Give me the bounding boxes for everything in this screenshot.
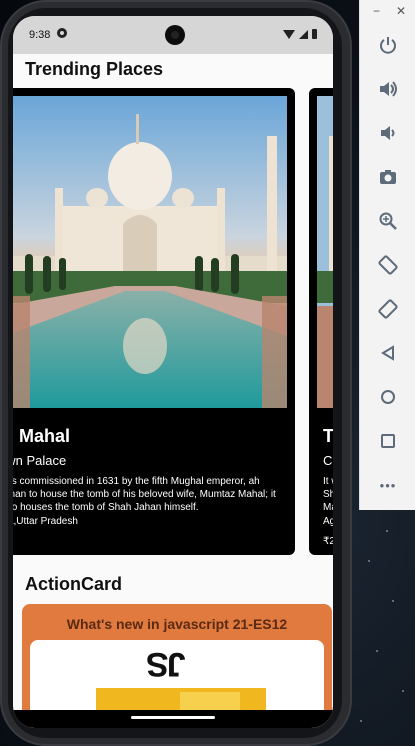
home-icon[interactable] (360, 380, 415, 414)
place-image (317, 96, 333, 408)
overview-icon[interactable] (360, 424, 415, 458)
status-bar: 9:38 (13, 16, 333, 54)
place-subtitle: Cr (323, 453, 333, 468)
place-title: aj Mahal (13, 426, 71, 446)
navigation-bar (13, 710, 333, 728)
rotate-left-icon[interactable] (360, 248, 415, 282)
section-title-trending: Trending Places (25, 59, 164, 79)
back-icon[interactable] (360, 336, 415, 370)
place-description: It w Sh Ma (323, 476, 333, 513)
place-card[interactable]: Ta Cr It w Sh Ma Ag ₹2 (309, 88, 333, 555)
place-price: ₹2 (323, 536, 333, 547)
place-image (13, 96, 287, 408)
section-title-actioncard: ActionCard (25, 574, 123, 594)
signal-icon (299, 29, 308, 39)
battery-icon (312, 29, 317, 39)
status-icons (283, 29, 317, 39)
camera-icon[interactable] (360, 160, 415, 194)
more-options-button[interactable]: ••• (360, 468, 415, 502)
place-description: was commissioned in 1631 by the fifth Mu… (13, 476, 276, 513)
notification-icon (57, 28, 67, 38)
phone-frame: 9:38 Trending Places Mahal n Palace was … (0, 0, 352, 746)
power-icon[interactable] (360, 28, 415, 62)
volume-up-icon[interactable] (360, 72, 415, 106)
front-camera (165, 25, 185, 45)
place-subtitle: own Palace (13, 453, 67, 468)
js-logo-text: JS (148, 645, 186, 683)
wifi-icon (283, 29, 295, 39)
place-location: Ag (323, 516, 333, 527)
emulator-toolbar: − ✕ ••• (359, 0, 415, 510)
place-location: gra,Uttar Pradesh (13, 516, 78, 527)
rotate-right-icon[interactable] (360, 292, 415, 326)
zoom-icon[interactable] (360, 204, 415, 238)
place-title: Ta (323, 426, 333, 446)
action-card-title: What's new in javascript 21-ES12 (66, 616, 288, 632)
status-time: 9:38 (29, 29, 51, 41)
place-card[interactable]: aj Mahal own Palace was commissioned in … (13, 88, 295, 555)
volume-down-icon[interactable] (360, 116, 415, 150)
home-gesture-handle[interactable] (131, 716, 215, 719)
app-screen: 9:38 Trending Places Mahal n Palace was … (13, 16, 333, 728)
close-button[interactable]: ✕ (396, 4, 406, 18)
minimize-button[interactable]: − (373, 4, 380, 18)
